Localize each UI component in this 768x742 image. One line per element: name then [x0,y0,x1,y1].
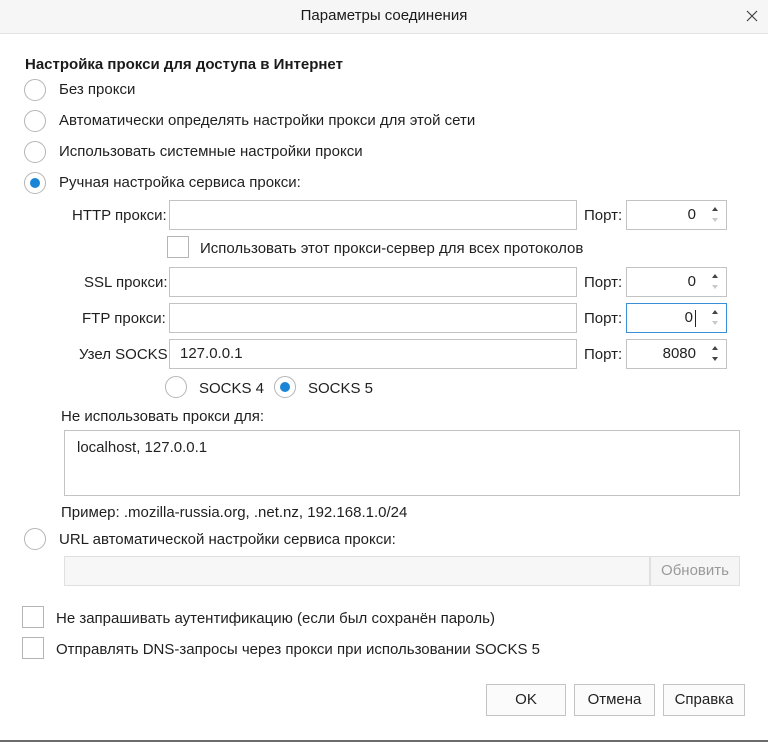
chevron-up-icon [712,346,718,350]
chevron-up-icon [712,310,718,314]
http-port-stepper[interactable]: 0 [626,200,727,230]
manual-proxy-label[interactable]: Ручная настройка сервиса прокси: [59,174,301,191]
ftp-proxy-input[interactable] [169,303,577,333]
socks-host-label: Узел SOCKS: [79,346,172,363]
text-caret [695,310,696,327]
no-proxy-for-textarea[interactable]: localhost, 127.0.0.1 [64,430,740,496]
title-bar: Параметры соединения [0,0,768,34]
socks4-radio[interactable] [165,376,187,398]
ssl-port-value[interactable]: 0 [688,268,696,296]
socks-port-spinner[interactable] [707,343,723,365]
spin-up-button[interactable] [707,204,723,215]
use-for-all-label[interactable]: Использовать этот прокси-сервер для всех… [200,240,583,257]
no-auth-prompt-checkbox[interactable] [22,606,44,628]
no-proxy-label[interactable]: Без прокси [59,81,135,98]
ssl-port-label: Порт: [584,274,623,291]
http-proxy-input[interactable] [169,200,577,230]
chevron-down-icon [712,321,718,325]
chevron-up-icon [712,274,718,278]
socks4-label[interactable]: SOCKS 4 [199,380,264,397]
chevron-down-icon [712,285,718,289]
no-auth-prompt-label[interactable]: Не запрашивать аутентификацию (если был … [56,610,495,627]
system-proxy-label[interactable]: Использовать системные настройки прокси [59,143,363,160]
socks5-label[interactable]: SOCKS 5 [308,380,373,397]
spin-down-button[interactable] [707,282,723,293]
system-proxy-radio[interactable] [24,141,46,163]
dialog-title: Параметры соединения [300,7,468,24]
auto-config-url-radio[interactable] [24,528,46,550]
socks5-radio[interactable] [274,376,296,398]
chevron-down-icon [712,357,718,361]
ftp-port-label: Порт: [584,310,623,327]
spin-up-button[interactable] [707,343,723,354]
socks-host-input[interactable]: 127.0.0.1 [169,339,577,369]
ssl-proxy-input[interactable] [169,267,577,297]
ftp-proxy-label: FTP прокси: [82,310,166,327]
socks-port-value[interactable]: 8080 [663,340,696,368]
close-icon[interactable] [740,4,764,28]
spin-down-button[interactable] [707,318,723,329]
spin-down-button[interactable] [707,354,723,365]
auto-config-url-label[interactable]: URL автоматической настройки сервиса про… [59,531,396,548]
auto-detect-radio[interactable] [24,110,46,132]
spin-up-button[interactable] [707,271,723,282]
use-for-all-checkbox[interactable] [167,236,189,258]
socks5-dns-checkbox[interactable] [22,637,44,659]
manual-proxy-radio[interactable] [24,172,46,194]
http-port-spinner[interactable] [707,204,723,226]
ssl-port-stepper[interactable]: 0 [626,267,727,297]
help-button[interactable]: Справка [663,684,745,716]
no-proxy-for-value[interactable]: localhost, 127.0.0.1 [77,439,207,456]
spin-up-button[interactable] [707,307,723,318]
auto-config-url-input[interactable] [64,556,650,586]
socks-port-label: Порт: [584,346,623,363]
ok-button[interactable]: OK [486,684,566,716]
ssl-proxy-label: SSL прокси: [84,274,168,291]
http-port-label: Порт: [584,207,623,224]
ftp-port-stepper[interactable]: 0 [626,303,727,333]
ftp-port-value[interactable]: 0 [685,304,693,332]
http-proxy-label: HTTP прокси: [72,207,167,224]
socks-port-stepper[interactable]: 8080 [626,339,727,369]
ftp-port-spinner[interactable] [707,307,723,329]
cancel-button[interactable]: Отмена [574,684,655,716]
ssl-port-spinner[interactable] [707,271,723,293]
auto-detect-label[interactable]: Автоматически определять настройки прокс… [59,112,475,129]
chevron-up-icon [712,207,718,211]
spin-down-button[interactable] [707,215,723,226]
socks5-dns-label[interactable]: Отправлять DNS-запросы через прокси при … [56,641,540,658]
no-proxy-radio[interactable] [24,79,46,101]
http-port-value[interactable]: 0 [688,201,696,229]
no-proxy-example: Пример: .mozilla-russia.org, .net.nz, 19… [61,504,408,521]
chevron-down-icon [712,218,718,222]
reload-button[interactable]: Обновить [650,556,740,586]
no-proxy-for-label: Не использовать прокси для: [61,408,265,425]
proxy-section-heading: Настройка прокси для доступа в Интернет [25,56,343,73]
